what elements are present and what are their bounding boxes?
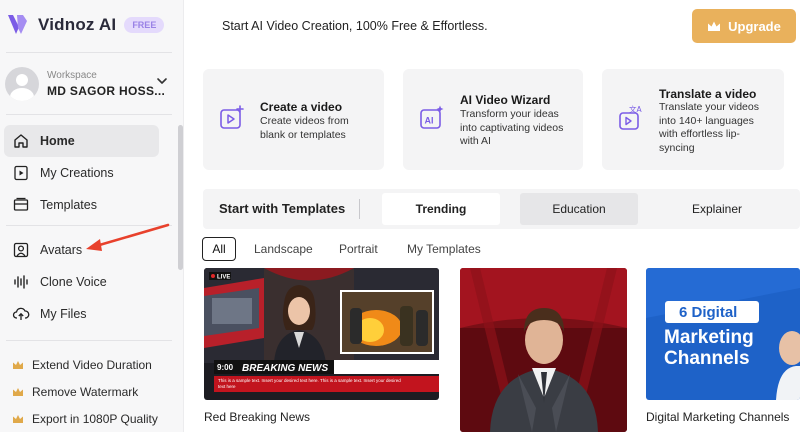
template-thumbnail-news[interactable]: LIVE 9:00 BREAKING NEWS This is a sample… <box>204 268 439 400</box>
card-desc: Translate your videos <box>659 101 759 113</box>
crown-icon <box>13 388 23 396</box>
app-name: Vidnoz AI <box>38 15 117 34</box>
card-desc: with AI <box>460 135 491 147</box>
crown-icon <box>13 361 23 369</box>
free-badge: FREE <box>124 17 165 33</box>
vidnoz-logo-icon <box>8 15 27 34</box>
headline-label: BREAKING NEWS <box>242 363 328 374</box>
translate-icon: 文A <box>619 105 642 130</box>
avatar <box>5 67 39 101</box>
section-title: Start with Templates <box>219 201 346 216</box>
promo-export-1080p[interactable]: Export in 1080P Quality <box>12 409 158 429</box>
sidebar-item-label: My Creations <box>40 166 114 180</box>
logo[interactable]: Vidnoz AI FREE <box>6 12 165 38</box>
sidebar-item-templates[interactable]: Templates <box>4 189 159 221</box>
sidebar-scrollbar[interactable] <box>178 125 183 270</box>
divider <box>6 52 172 53</box>
card-title: Translate a video <box>659 87 757 101</box>
sidebar-item-label: Templates <box>40 198 97 212</box>
video-add-icon <box>220 105 244 129</box>
card-desc: with effortless lip- <box>659 128 740 140</box>
translate-video-card[interactable]: 文A Translate a video Translate your vide… <box>602 69 784 170</box>
upgrade-label: Upgrade <box>728 18 781 34</box>
card-desc: syncing <box>659 141 695 154</box>
filter-all[interactable]: All <box>202 237 236 261</box>
sidebar: Vidnoz AI FREE Workspace MD SAGOR HOSS..… <box>0 0 184 432</box>
templates-icon <box>13 197 29 211</box>
svg-text:文A: 文A <box>629 105 642 114</box>
voice-icon <box>14 275 28 289</box>
sidebar-item-clone-voice[interactable]: Clone Voice <box>4 266 159 298</box>
news-studio-image: LIVE 9:00 BREAKING NEWS This is a sample… <box>204 268 439 400</box>
divider <box>6 340 172 341</box>
presenter-image <box>460 268 627 432</box>
live-label: LIVE <box>217 275 230 281</box>
template-thumbnail-marketing[interactable]: 6 Digital Marketing Channels <box>646 268 800 400</box>
card-desc: blank or templates <box>260 128 346 141</box>
template-caption: Digital Marketing Channels <box>646 410 790 424</box>
promo-label: Export in 1080P Quality <box>32 412 158 426</box>
workspace-label: Workspace <box>47 70 97 81</box>
sidebar-item-label: Home <box>40 134 75 148</box>
sidebar-item-label: Avatars <box>40 243 83 257</box>
avatar-icon <box>13 242 29 258</box>
sidebar-item-home[interactable]: Home <box>4 125 159 157</box>
cloud-upload-icon <box>12 307 30 320</box>
annotation-arrow <box>86 223 170 251</box>
chevron-down-icon[interactable] <box>155 74 169 88</box>
divider <box>6 114 172 115</box>
workspace-switcher[interactable]: Workspace MD SAGOR HOSS... <box>5 66 175 102</box>
sidebar-item-label: Clone Voice <box>40 275 107 289</box>
card-desc: into 140+ languages <box>659 114 754 127</box>
app-window: Vidnoz AI FREE Workspace MD SAGOR HOSS..… <box>0 0 800 432</box>
sidebar-item-my-creations[interactable]: My Creations <box>4 157 159 189</box>
filter-landscape[interactable]: Landscape <box>254 237 313 261</box>
crown-icon <box>13 415 23 423</box>
header-tagline: Start AI Video Creation, 100% Free & Eff… <box>222 19 488 33</box>
card-title: AI Video Wizard <box>460 93 551 107</box>
card-title: Create a video <box>260 100 343 114</box>
marketing-line-3: Channels <box>664 348 750 369</box>
time-label: 9:00 <box>217 363 234 372</box>
card-desc: Transform your ideas <box>460 108 559 120</box>
home-icon <box>14 134 28 148</box>
sidebar-item-my-files[interactable]: My Files <box>4 298 159 330</box>
video-file-icon <box>14 165 28 181</box>
card-desc: into captivating videos <box>460 121 564 134</box>
tab-education[interactable]: Education <box>520 193 638 225</box>
svg-text:AI: AI <box>425 116 434 126</box>
create-video-card[interactable]: Create a video Create videos from blank … <box>203 69 384 170</box>
promo-remove-watermark[interactable]: Remove Watermark <box>12 382 138 402</box>
ai-sparkle-icon: AI <box>420 105 444 129</box>
template-thumbnail-presenter[interactable] <box>460 268 627 432</box>
ai-video-wizard-card[interactable]: AI AI Video Wizard Transform your ideas … <box>403 69 583 170</box>
crown-icon <box>708 21 721 31</box>
promo-extend-duration[interactable]: Extend Video Duration <box>12 355 152 375</box>
promo-label: Extend Video Duration <box>32 358 152 372</box>
filter-portrait[interactable]: Portrait <box>339 237 378 261</box>
sidebar-item-label: My Files <box>40 307 87 321</box>
ticker-text: This is a sample text. Insert your desir… <box>218 378 401 389</box>
workspace-name: MD SAGOR HOSS... <box>47 84 166 98</box>
marketing-image: 6 Digital Marketing Channels <box>646 268 800 400</box>
tab-trending[interactable]: Trending <box>382 193 500 225</box>
card-desc: Create videos from <box>260 115 349 127</box>
marketing-line-2: Marketing <box>664 327 754 348</box>
filter-my-templates[interactable]: My Templates <box>407 237 481 261</box>
upgrade-button[interactable]: Upgrade <box>692 9 796 43</box>
divider <box>359 199 360 219</box>
promo-label: Remove Watermark <box>32 385 139 399</box>
template-tabs-bar: Start with Templates Trending Education … <box>203 189 800 229</box>
marketing-line-1: 6 Digital <box>679 304 737 321</box>
tab-explainer[interactable]: Explainer <box>658 193 776 225</box>
template-caption: Red Breaking News <box>204 410 311 424</box>
